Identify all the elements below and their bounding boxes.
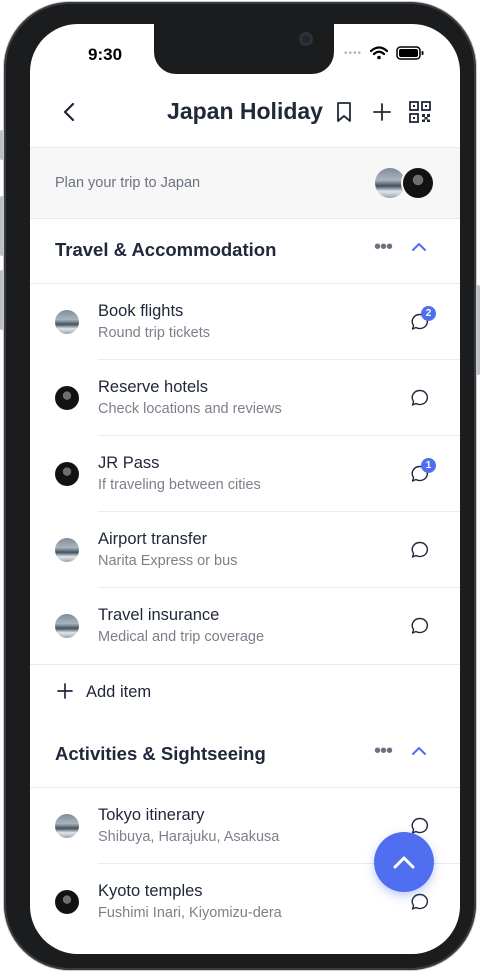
item-title: Tokyo itinerary: [98, 806, 205, 824]
item-subtitle: If traveling between cities: [98, 477, 261, 493]
battery-icon: [396, 46, 424, 60]
phone-frame: 9:30 •••• Japan Holiday Plan your trip t…: [4, 2, 476, 970]
item-subtitle: Round trip tickets: [98, 325, 211, 341]
notch: [154, 24, 334, 74]
bookmark-icon[interactable]: [332, 100, 356, 124]
more-options-icon[interactable]: •••: [374, 236, 396, 258]
more-options-icon[interactable]: •••: [374, 740, 396, 762]
chevron-up-icon[interactable]: [410, 744, 428, 758]
comment-icon[interactable]: [410, 388, 430, 408]
item-title: Travel insurance: [98, 606, 220, 624]
item-title: JR Pass: [98, 454, 160, 472]
item-subtitle: Check locations and reviews: [98, 401, 282, 417]
add-item-label: Add item: [86, 683, 152, 701]
comment-icon[interactable]: [410, 616, 430, 636]
plus-icon: [57, 683, 73, 699]
item-title: Book flights: [98, 302, 184, 320]
scroll-to-top-button[interactable]: [374, 832, 434, 892]
comment-count-badge: 2: [421, 306, 436, 321]
avatar: [55, 462, 79, 486]
plus-icon[interactable]: [370, 100, 394, 124]
camera-icon: [299, 32, 313, 46]
list-item[interactable]: JR Pass If traveling between cities 1: [30, 436, 460, 512]
status-icons: ••••: [344, 46, 424, 60]
app-screen: 9:30 •••• Japan Holiday Plan your trip t…: [30, 24, 460, 954]
item-subtitle: Fushimi Inari, Kiyomizu-dera: [98, 905, 282, 921]
trip-description: Plan your trip to Japan: [55, 175, 201, 191]
avatar: [55, 814, 79, 838]
list-item[interactable]: Travel insurance Medical and trip covera…: [30, 588, 460, 664]
section-title: Travel & Accommodation: [55, 239, 277, 260]
avatar: [55, 614, 79, 638]
section-title: Activities & Sightseeing: [55, 743, 266, 764]
avatar: [55, 890, 79, 914]
item-title: Kyoto temples: [98, 882, 203, 900]
avatar: [55, 538, 79, 562]
avatar: [55, 386, 79, 410]
item-title: Airport transfer: [98, 530, 208, 548]
qr-code-icon[interactable]: [408, 100, 432, 124]
avatar: [55, 310, 79, 334]
signal-icon: ••••: [343, 47, 362, 59]
page-title: Japan Holiday: [167, 98, 323, 124]
trip-subheader: Plan your trip to Japan: [30, 147, 460, 219]
item-title: Reserve hotels: [98, 378, 209, 396]
comment-icon[interactable]: [410, 540, 430, 560]
list-item[interactable]: Book flights Round trip tickets 2: [30, 284, 460, 360]
status-time: 9:30: [88, 45, 123, 64]
avatar[interactable]: [375, 168, 405, 198]
add-item-button[interactable]: Add item: [30, 664, 460, 722]
item-subtitle: Shibuya, Harajuku, Asakusa: [98, 829, 280, 845]
comment-count-badge: 1: [421, 458, 436, 473]
item-subtitle: Narita Express or bus: [98, 553, 238, 569]
wifi-icon: [370, 46, 388, 60]
chevron-up-icon: [393, 856, 415, 869]
section-header-travel[interactable]: Travel & Accommodation •••: [30, 218, 460, 284]
item-subtitle: Medical and trip coverage: [98, 629, 265, 645]
comment-icon[interactable]: [410, 892, 430, 912]
avatar[interactable]: [403, 168, 433, 198]
nav-header: Japan Holiday: [30, 88, 460, 146]
list-item[interactable]: Reserve hotels Check locations and revie…: [30, 360, 460, 436]
list-item[interactable]: Airport transfer Narita Express or bus: [30, 512, 460, 588]
section-header-activities[interactable]: Activities & Sightseeing •••: [30, 722, 460, 788]
chevron-up-icon[interactable]: [410, 240, 428, 254]
